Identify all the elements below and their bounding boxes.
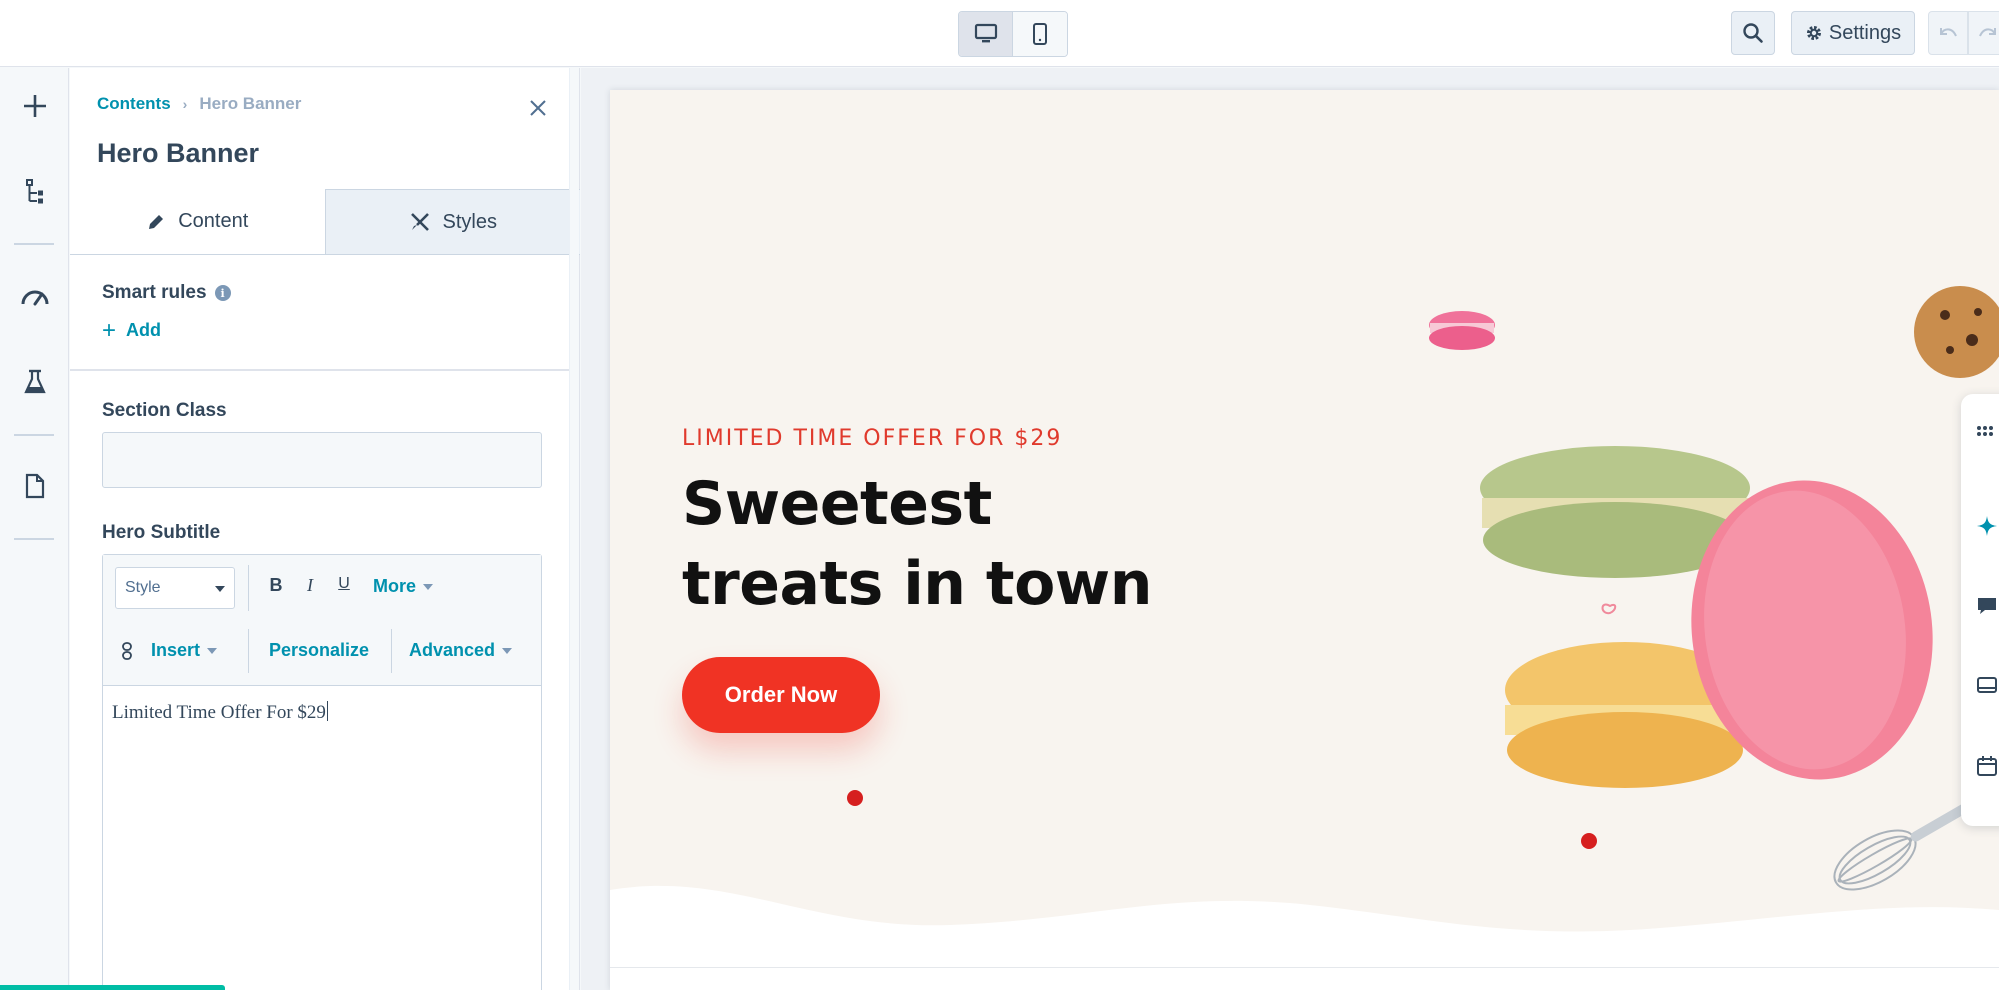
preview-icon[interactable] (1975, 674, 1999, 698)
device-toggle (958, 11, 1068, 57)
panel-scrollbar[interactable] (569, 68, 579, 990)
bold-button[interactable]: B (265, 575, 287, 596)
text-cursor (326, 701, 328, 721)
underline-button[interactable]: U (333, 575, 355, 593)
chevron-right-icon: › (182, 96, 188, 112)
page-section-edge (610, 967, 1999, 990)
rail-divider (14, 434, 54, 436)
desktop-preview-button[interactable] (959, 12, 1013, 56)
settings-label: Settings (1828, 21, 1902, 44)
info-icon[interactable]: i (214, 285, 231, 301)
gauge-icon (21, 290, 48, 306)
search-button[interactable] (1731, 11, 1775, 55)
link-icon (122, 641, 132, 660)
editor-content-text: Limited Time Offer For $29 (112, 702, 326, 723)
close-icon (530, 100, 546, 116)
add-smart-rule-button[interactable]: + Add (102, 316, 162, 344)
caret-down-icon (423, 583, 434, 590)
pencil-icon (149, 214, 164, 229)
toolbar-divider (248, 565, 249, 611)
hero-subtitle-label: Hero Subtitle (102, 522, 221, 543)
undo-icon (1940, 28, 1957, 37)
rail-divider (14, 243, 54, 245)
test-button[interactable] (0, 360, 69, 404)
editor-toolbar: Style B I U More Insert Personalize Adva… (103, 555, 541, 686)
undo-button[interactable] (1928, 11, 1968, 55)
style-select[interactable]: Style (115, 567, 235, 609)
desktop-icon (974, 23, 997, 43)
breadcrumb-current: Hero Banner (199, 94, 302, 113)
toolbar-divider (391, 629, 392, 673)
module-edit-panel: Contents › Hero Banner Hero Banner Conte… (70, 68, 580, 990)
rich-text-editor: Style B I U More Insert Personalize Adva… (102, 554, 542, 990)
tab-content-label: Content (178, 210, 249, 232)
personalize-label: Personalize (269, 640, 370, 660)
page-icon (25, 473, 44, 499)
grid-dots-icon[interactable] (1975, 420, 1999, 444)
smart-rules-heading: Smart rules i (102, 282, 231, 304)
more-label: More (373, 576, 417, 596)
section-class-label: Section Class (102, 400, 227, 421)
flask-icon (23, 369, 46, 394)
breadcrumb-contents-link[interactable]: Contents (97, 94, 171, 114)
caret-down-icon (502, 647, 513, 654)
mobile-icon (1033, 23, 1047, 45)
mobile-preview-button[interactable] (1013, 12, 1067, 56)
caret-down-icon (215, 586, 225, 592)
advanced-dropdown[interactable]: Advanced (409, 640, 513, 661)
caret-down-icon (207, 647, 218, 654)
tab-styles-label: Styles (442, 210, 497, 233)
settings-button[interactable]: Settings (1791, 11, 1915, 55)
smart-rules-label: Smart rules (102, 282, 207, 303)
redo-icon (1979, 28, 1996, 37)
decorative-dot (847, 790, 863, 806)
page-settings-button[interactable] (0, 464, 69, 508)
more-dropdown[interactable]: More (373, 576, 434, 597)
editor-content[interactable]: Limited Time Offer For $29 (112, 701, 328, 724)
tab-styles[interactable]: Styles (324, 189, 580, 254)
search-icon (1743, 23, 1763, 43)
panel-tabs: Content Styles (70, 189, 580, 255)
style-select-value: Style (125, 579, 161, 596)
hero-banner-preview[interactable]: LIMITED TIME OFFER FOR $29 Sweetest trea… (610, 90, 1999, 990)
section-class-input[interactable] (102, 432, 542, 488)
calendar-icon[interactable] (1975, 754, 1999, 778)
panel-title: Hero Banner (97, 138, 260, 168)
gear-icon (1806, 26, 1821, 40)
section-divider (70, 369, 580, 371)
tree-icon (25, 179, 43, 204)
hero-subtitle[interactable]: LIMITED TIME OFFER FOR $29 (682, 426, 1062, 451)
brush-icon (410, 213, 429, 231)
optimize-button[interactable] (0, 274, 69, 318)
ai-sparkle-icon[interactable] (1975, 514, 1999, 538)
add-label: Add (126, 320, 162, 340)
close-panel-button[interactable] (526, 96, 550, 120)
personalize-button[interactable]: Personalize (269, 640, 369, 661)
left-tool-rail (0, 68, 69, 990)
layers-tree-button[interactable] (0, 170, 69, 214)
hero-headline[interactable]: Sweetest treats in town (682, 464, 1202, 624)
macarons-image (1429, 286, 1999, 891)
progress-strip (0, 985, 225, 990)
plus-icon: + (102, 316, 117, 344)
redo-button[interactable] (1968, 11, 1999, 55)
tab-content[interactable]: Content (70, 189, 325, 254)
insert-label: Insert (151, 640, 201, 660)
floating-side-toolbar (1961, 394, 1999, 826)
breadcrumb: Contents › Hero Banner (97, 94, 301, 114)
order-now-button[interactable]: Order Now (682, 657, 880, 733)
italic-button[interactable]: I (299, 575, 321, 596)
insert-dropdown[interactable]: Insert (121, 640, 218, 661)
advanced-label: Advanced (409, 640, 496, 660)
comment-icon[interactable] (1975, 594, 1999, 618)
toolbar-divider (248, 629, 249, 673)
add-module-button[interactable] (0, 84, 69, 128)
rail-divider (14, 538, 54, 540)
add-icon (23, 95, 46, 117)
editor-top-bar: Settings (0, 0, 1999, 67)
